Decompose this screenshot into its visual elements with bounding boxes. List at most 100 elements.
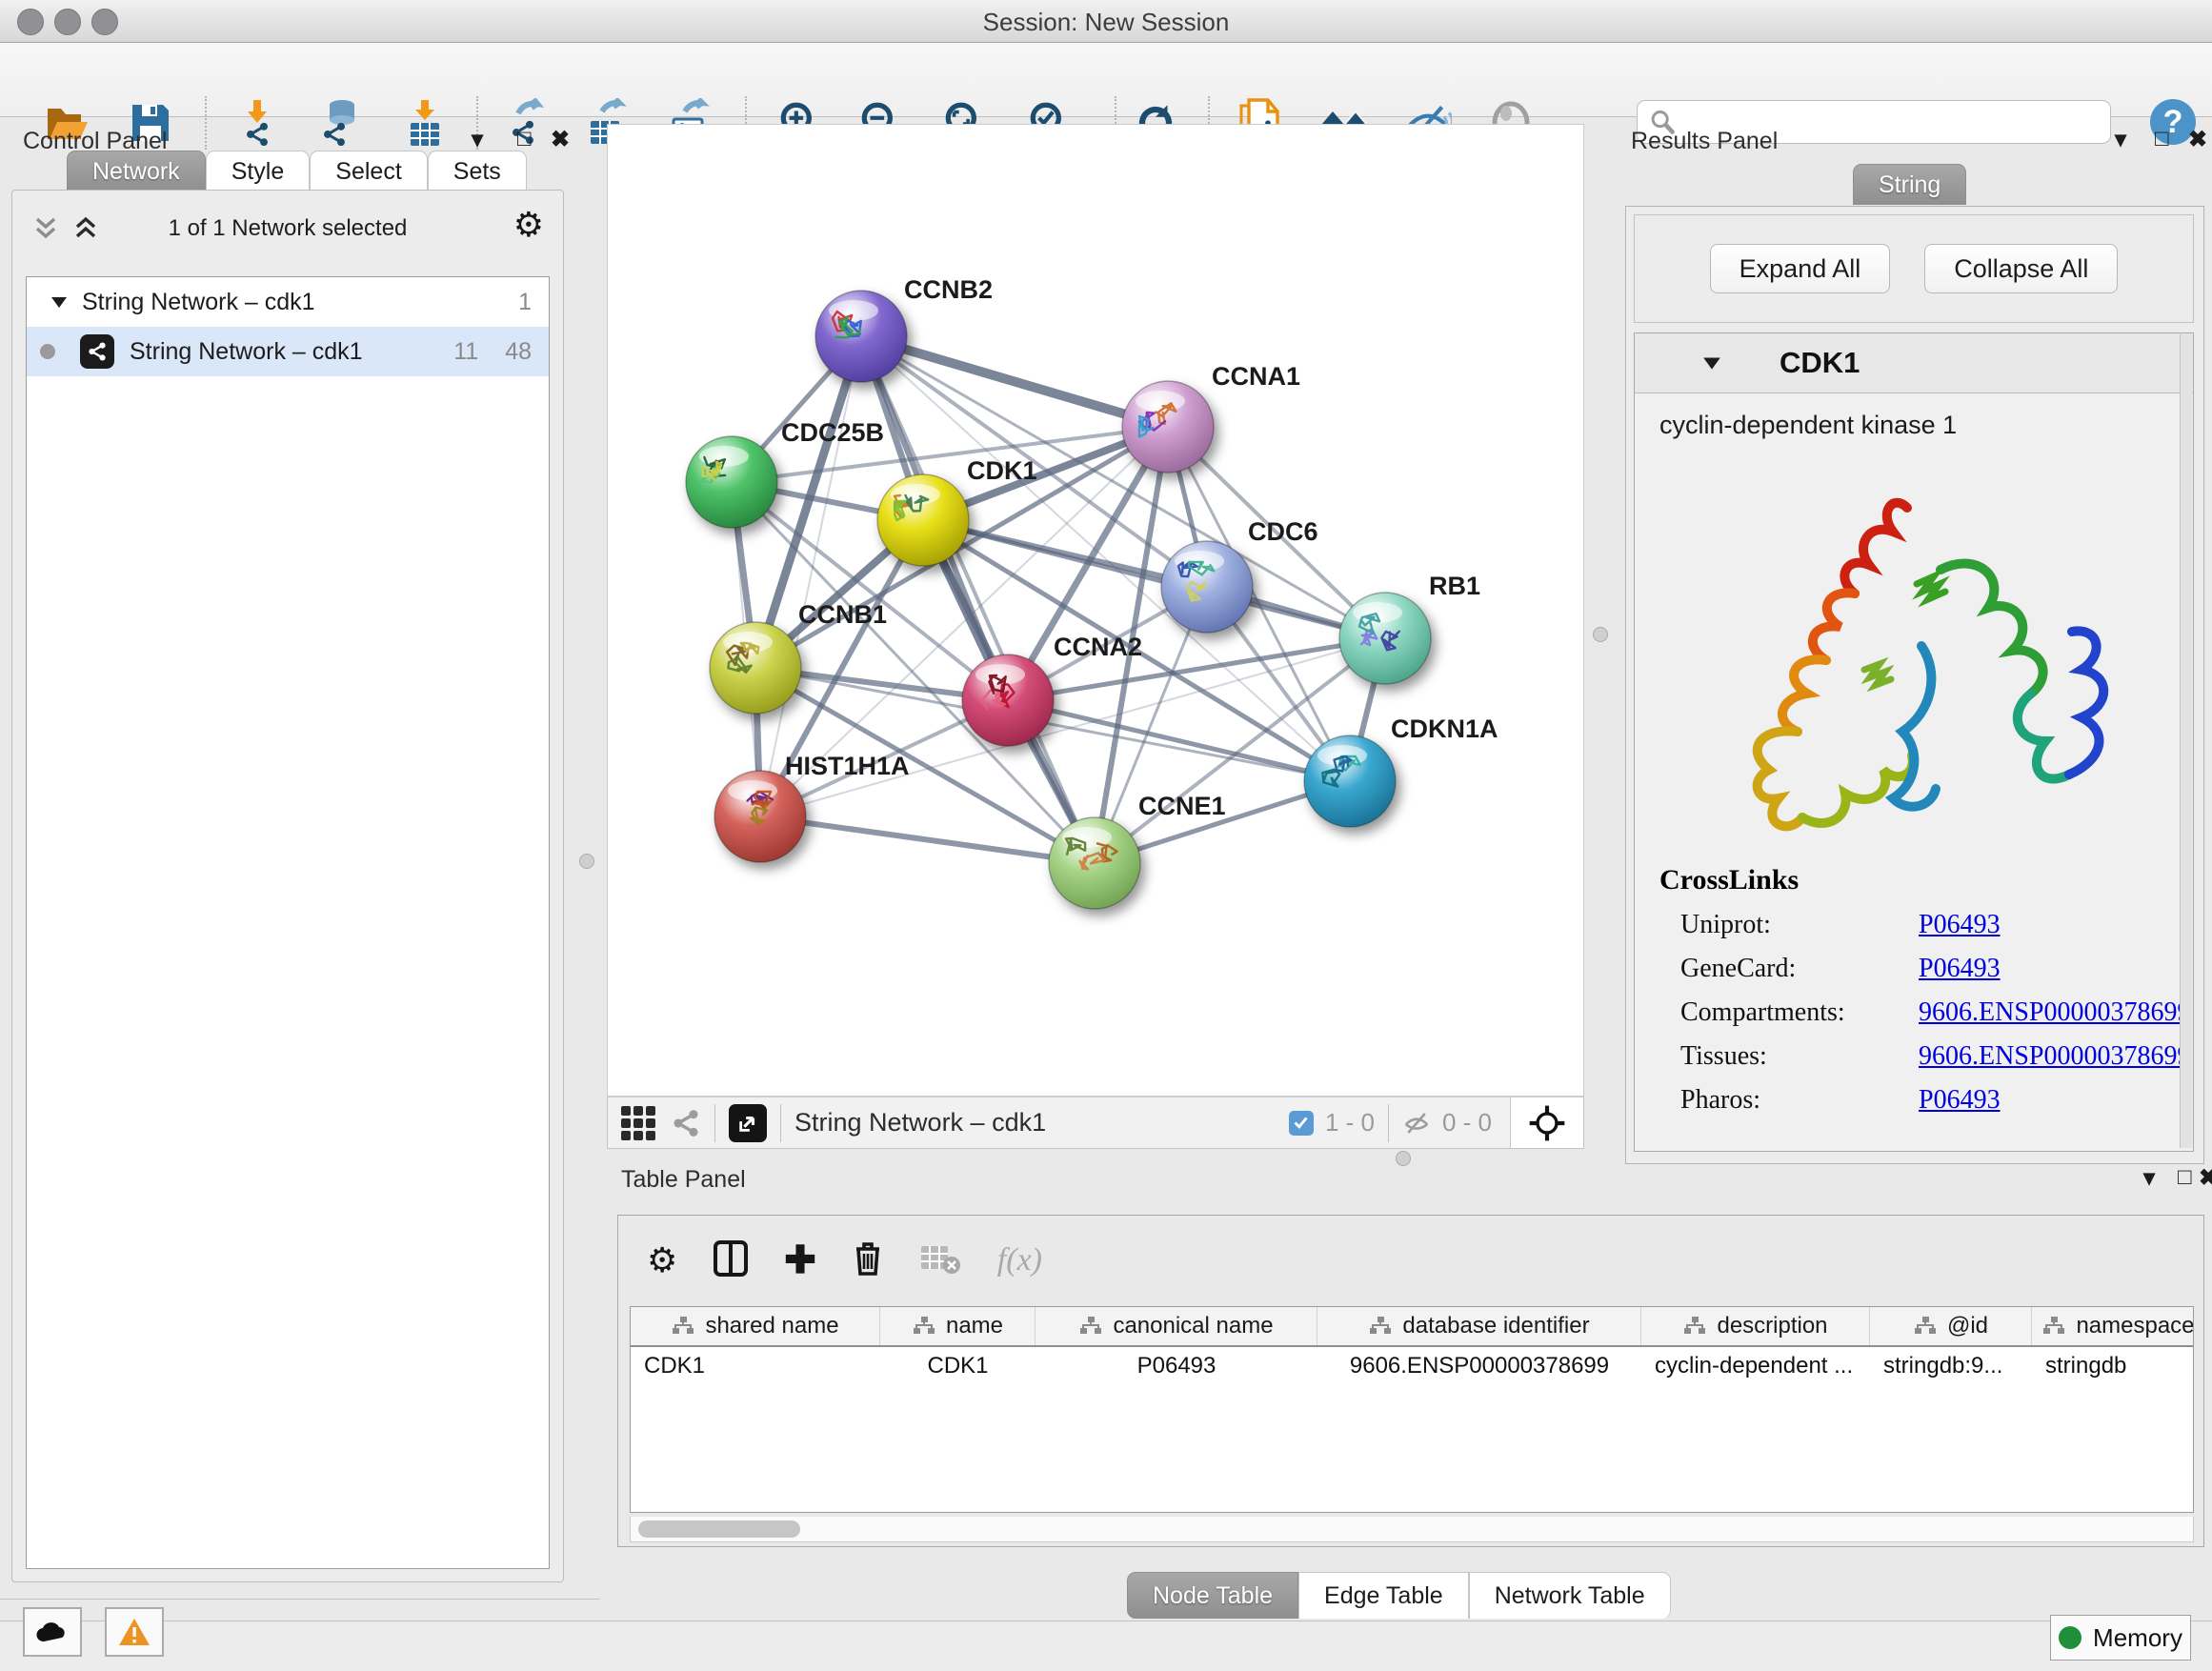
network-node-CDK1[interactable] [877, 474, 969, 566]
cell-shared-name[interactable]: CDK1 [631, 1347, 880, 1385]
birdseye-view-button[interactable] [1510, 1097, 1583, 1148]
column-tree-icon [1078, 1316, 1103, 1337]
titlebar: Session: New Session [0, 0, 2212, 43]
table-row[interactable]: CDK1 CDK1 P06493 9606.ENSP00000378699 cy… [631, 1347, 2193, 1385]
view-network-mode-icon[interactable] [671, 1108, 701, 1138]
crosslink-link[interactable]: P06493 [1919, 954, 2001, 984]
table-panel: Table Panel ▾ □ ✖ ⚙ ✚ f(x) sha [600, 1162, 2212, 1621]
show-columns-icon[interactable] [714, 1240, 748, 1281]
panel-menu-icon[interactable]: ▾ [2115, 126, 2126, 153]
network-collection-row[interactable]: String Network – cdk1 1 [27, 277, 549, 327]
left-splitter-handle[interactable] [579, 854, 594, 869]
tab-network[interactable]: Network [67, 151, 206, 191]
cell-id[interactable]: stringdb:9... [1870, 1347, 2032, 1385]
close-panel-icon[interactable]: ✖ [551, 126, 570, 153]
function-builder-icon[interactable]: f(x) [997, 1242, 1042, 1278]
column-header[interactable]: shared name [631, 1307, 880, 1345]
strip-divider [714, 1104, 715, 1142]
network-node-CCNA1[interactable] [1122, 381, 1214, 473]
results-scrollbar[interactable] [2180, 334, 2192, 1148]
table-options-gear-icon[interactable]: ⚙ [647, 1243, 677, 1278]
cell-canonical-name[interactable]: P06493 [1036, 1347, 1317, 1385]
collapse-all-button[interactable]: Collapse All [1924, 244, 2118, 293]
string-results-box: Expand All Collapse All CDK1 cyclin-depe… [1625, 206, 2204, 1164]
network-node-CDC6[interactable] [1161, 541, 1253, 633]
tab-style[interactable]: Style [206, 151, 311, 191]
close-panel-icon[interactable]: ✖ [2188, 126, 2207, 153]
column-tree-icon [1682, 1316, 1707, 1337]
gene-accordion: CDK1 cyclin-dependent kinase 1 [1634, 332, 2194, 1152]
expand-collapse-box: Expand All Collapse All [1634, 214, 2194, 323]
panel-menu-icon[interactable]: ▾ [2143, 1164, 2155, 1192]
table-tabs: Node Table Edge Table Network Table [1127, 1572, 1671, 1619]
column-header[interactable]: name [880, 1307, 1036, 1345]
tab-select[interactable]: Select [310, 151, 427, 191]
tab-string[interactable]: String [1853, 164, 1966, 205]
string-network-graph[interactable]: CCNB2CCNA1CDC25BCDK1CDC6RB1CCNB1CCNA2CDK… [608, 125, 1583, 1096]
node-label: CCNB2 [904, 275, 993, 304]
warning-status-button[interactable] [105, 1607, 164, 1657]
panel-menu-icon[interactable]: ▾ [472, 126, 483, 153]
collapse-arrow-icon[interactable] [50, 294, 69, 310]
crosslink-link[interactable]: P06493 [1919, 910, 2001, 940]
network-options-gear-icon[interactable]: ⚙ [513, 208, 544, 242]
memory-button[interactable]: Memory [2050, 1615, 2191, 1661]
network-edge[interactable] [861, 336, 1095, 863]
cloud-status-button[interactable] [23, 1607, 82, 1657]
network-node-CCNB1[interactable] [710, 622, 801, 714]
network-node-CCNB2[interactable] [815, 291, 907, 382]
column-header[interactable]: description [1641, 1307, 1870, 1345]
crosslink-link[interactable]: 9606.ENSP00000378699 [1919, 997, 2190, 1028]
crosslink-link[interactable]: P06493 [1919, 1085, 2001, 1116]
collapse-arrow-icon[interactable] [1701, 354, 1722, 372]
table-toolbar: ⚙ ✚ f(x) [628, 1227, 1042, 1294]
collection-count: 1 [518, 289, 532, 316]
delete-column-icon[interactable] [853, 1240, 883, 1281]
table-horizontal-scrollbar[interactable] [630, 1517, 2194, 1542]
network-node-CDKN1A[interactable] [1304, 735, 1396, 827]
cell-name[interactable]: CDK1 [880, 1347, 1036, 1385]
warning-icon [118, 1618, 151, 1646]
network-manager-box: 1 of 1 Network selected ⚙ String Network… [11, 190, 564, 1582]
tab-network-table[interactable]: Network Table [1469, 1572, 1671, 1619]
view-grid-mode-icon[interactable] [621, 1106, 655, 1140]
crosshair-icon [1528, 1104, 1566, 1142]
left-panel-bottom-divider [0, 1599, 600, 1600]
float-panel-icon[interactable]: □ [517, 126, 532, 152]
float-panel-icon[interactable]: □ [2178, 1164, 2192, 1191]
network-node-RB1[interactable] [1339, 593, 1431, 684]
column-header[interactable]: namespace [2032, 1307, 2194, 1345]
tab-node-table[interactable]: Node Table [1127, 1572, 1298, 1619]
results-panel-tabs: String [1853, 164, 1966, 205]
network-row[interactable]: String Network – cdk1 11 48 [27, 327, 549, 376]
hidden-counts: 0 - 0 [1442, 1108, 1492, 1137]
expand-all-button[interactable]: Expand All [1710, 244, 1891, 293]
scrollbar-thumb[interactable] [638, 1520, 800, 1538]
selected-checkbox-icon[interactable] [1289, 1111, 1314, 1136]
column-header[interactable]: @id [1870, 1307, 2032, 1345]
bottom-splitter-handle[interactable] [1396, 1151, 1411, 1166]
network-edge[interactable] [760, 816, 1095, 863]
network-edge[interactable] [861, 336, 1168, 427]
close-panel-icon[interactable]: ✖ [2199, 1164, 2212, 1192]
float-panel-icon[interactable]: □ [2155, 126, 2169, 152]
delete-table-icon[interactable] [919, 1242, 961, 1279]
detach-view-button[interactable] [729, 1104, 767, 1142]
create-column-icon[interactable]: ✚ [784, 1241, 816, 1279]
results-panel-title: Results Panel [1631, 128, 1778, 155]
network-node-CDC25B[interactable] [686, 436, 777, 528]
network-view-canvas[interactable]: CCNB2CCNA1CDC25BCDK1CDC6RB1CCNB1CCNA2CDK… [607, 124, 1584, 1097]
gene-accordion-header[interactable]: CDK1 [1635, 333, 2193, 393]
cell-database-identifier[interactable]: 9606.ENSP00000378699 [1317, 1347, 1641, 1385]
cell-description[interactable]: cyclin-dependent ... [1641, 1347, 1870, 1385]
tab-sets[interactable]: Sets [428, 151, 527, 191]
right-splitter-handle[interactable] [1593, 627, 1608, 642]
network-edge[interactable] [760, 336, 861, 816]
tab-edge-table[interactable]: Edge Table [1298, 1572, 1469, 1619]
network-node-HIST1H1A[interactable] [714, 771, 806, 862]
column-header[interactable]: database identifier [1317, 1307, 1641, 1345]
node-table[interactable]: shared name name canonical name database… [630, 1306, 2194, 1513]
cell-namespace[interactable]: stringdb [2032, 1347, 2194, 1385]
crosslink-link[interactable]: 9606.ENSP00000378699 [1919, 1041, 2190, 1072]
column-header[interactable]: canonical name [1036, 1307, 1317, 1345]
